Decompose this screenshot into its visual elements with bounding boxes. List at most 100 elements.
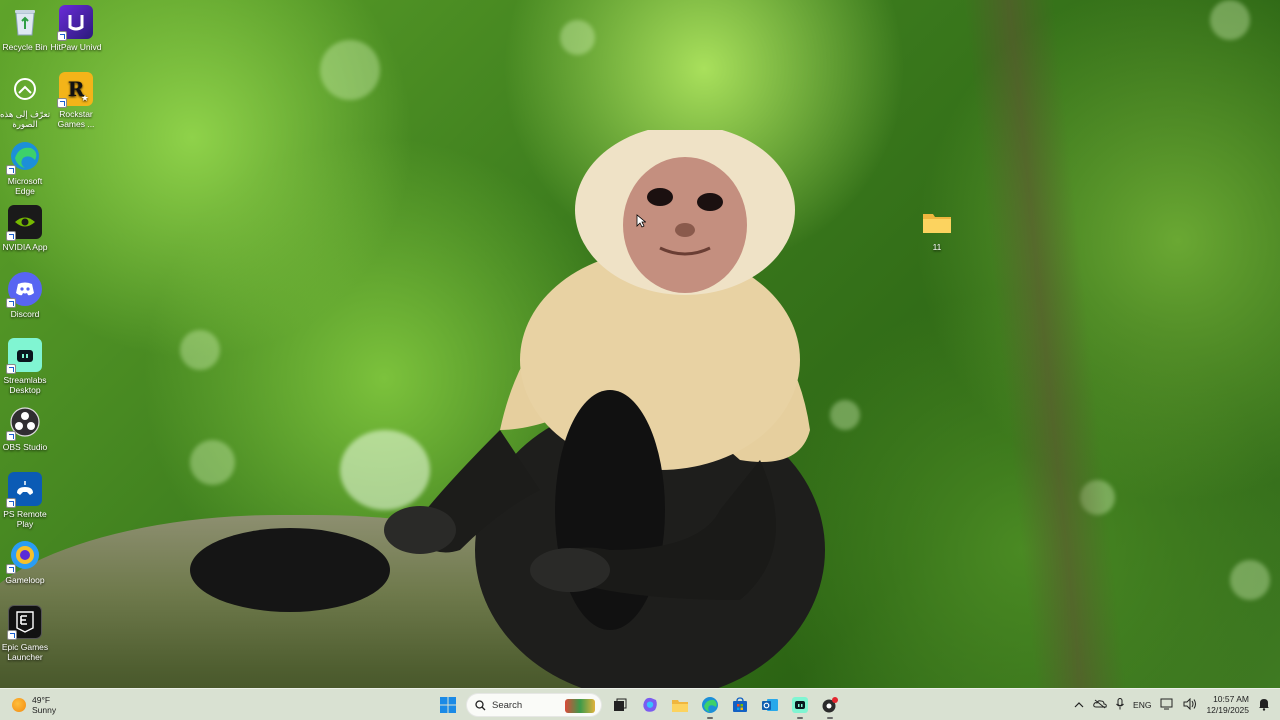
shortcut-arrow-icon bbox=[6, 431, 16, 441]
desktop-shortcut-streamlabs[interactable]: Streamlabs Desktop bbox=[0, 338, 52, 395]
desktop-shortcut-label: OBS Studio bbox=[2, 442, 48, 452]
ps-remote-play-icon bbox=[6, 472, 42, 508]
system-tray: ENG 10:57 AM 12/19/2025 bbox=[1074, 693, 1270, 717]
weather-text: 49°F Sunny bbox=[32, 695, 56, 715]
sunny-weather-icon bbox=[12, 698, 26, 712]
desktop-shortcut-gameloop[interactable]: Gameloop bbox=[0, 538, 52, 585]
volume-icon[interactable] bbox=[1183, 697, 1197, 712]
edge-icon bbox=[702, 697, 718, 713]
desktop-shortcut-label: Gameloop bbox=[5, 575, 45, 585]
folder-icon bbox=[920, 205, 954, 239]
monkey-illustration bbox=[190, 130, 825, 688]
streamlabs-icon bbox=[792, 697, 808, 713]
gameloop-icon bbox=[6, 538, 42, 574]
desktop-shortcut-discord[interactable]: Discord bbox=[0, 272, 52, 319]
copilot-button[interactable] bbox=[638, 693, 662, 717]
store-button[interactable] bbox=[728, 693, 752, 717]
recording-app-icon bbox=[822, 697, 838, 713]
clock-time: 10:57 AM bbox=[1213, 694, 1249, 704]
desktop-shortcut-hitpaw[interactable]: HitPaw Univd bbox=[49, 5, 103, 52]
store-icon bbox=[733, 697, 747, 712]
recycle-bin-icon bbox=[8, 5, 42, 39]
shortcut-arrow-icon bbox=[57, 98, 67, 108]
bokeh-light bbox=[320, 40, 380, 100]
epic-games-icon bbox=[7, 605, 42, 640]
onedrive-offline-icon[interactable] bbox=[1093, 699, 1107, 711]
nvidia-icon bbox=[6, 205, 42, 241]
desktop-shortcut-rockstar[interactable]: R ★ Rockstar Games ... bbox=[49, 72, 103, 129]
desktop-wallpaper[interactable] bbox=[0, 0, 1280, 688]
search-highlight-icon bbox=[565, 699, 595, 713]
desktop-shortcut-learn-about-picture[interactable]: تعرّف إلى هذه الصورة bbox=[0, 72, 52, 129]
bokeh-light bbox=[1230, 560, 1270, 600]
edge-taskbar-button[interactable] bbox=[698, 693, 722, 719]
desktop-folder-11[interactable]: 11 bbox=[910, 205, 964, 252]
bokeh-light bbox=[560, 20, 595, 55]
shortcut-arrow-icon bbox=[6, 298, 16, 308]
desktop-shortcut-label: Discord bbox=[10, 309, 40, 319]
search-icon bbox=[475, 699, 486, 710]
desktop-shortcut-nvidia[interactable]: NVIDIA App bbox=[0, 205, 52, 252]
desktop-shortcut-label: PS Remote Play bbox=[3, 509, 47, 529]
desktop-shortcut-label: تعرّف إلى هذه الصورة bbox=[0, 109, 51, 129]
running-indicator bbox=[797, 717, 803, 719]
copilot-icon bbox=[643, 697, 657, 712]
desktop-shortcut-label: Epic Games Launcher bbox=[1, 642, 49, 662]
task-view-icon bbox=[614, 698, 627, 711]
search-placeholder: Search bbox=[492, 699, 523, 711]
tree-trunk bbox=[963, 0, 1127, 688]
desktop-shortcut-label: HitPaw Univd bbox=[50, 42, 102, 52]
running-indicator bbox=[707, 717, 713, 719]
input-language[interactable]: ENG bbox=[1133, 700, 1151, 710]
file-explorer-button[interactable] bbox=[668, 693, 692, 717]
desktop-shortcut-label: Microsoft Edge bbox=[7, 176, 43, 196]
notification-bell-icon[interactable] bbox=[1258, 698, 1270, 713]
discord-icon bbox=[6, 272, 42, 308]
desktop-shortcut-edge[interactable]: Microsoft Edge bbox=[0, 139, 52, 196]
weather-widget[interactable]: 49°F Sunny bbox=[12, 693, 56, 717]
desktop-shortcut-recycle-bin[interactable]: Recycle Bin bbox=[0, 5, 52, 52]
running-indicator bbox=[827, 717, 833, 719]
microphone-icon[interactable] bbox=[1116, 698, 1124, 712]
clock-date: 12/19/2025 bbox=[1206, 705, 1249, 715]
streamlabs-taskbar-button[interactable] bbox=[788, 693, 812, 719]
desktop-shortcut-obs[interactable]: OBS Studio bbox=[0, 405, 52, 452]
shortcut-arrow-icon bbox=[6, 564, 16, 574]
shortcut-arrow-icon bbox=[6, 231, 16, 241]
desktop-shortcut-label: Recycle Bin bbox=[2, 42, 48, 52]
desktop-shortcut-label: Streamlabs Desktop bbox=[3, 375, 47, 395]
clock[interactable]: 10:57 AM 12/19/2025 bbox=[1206, 694, 1249, 716]
taskbar-search[interactable]: Search bbox=[466, 693, 602, 717]
learn-about-picture-icon bbox=[8, 72, 42, 106]
mouse-cursor-icon bbox=[636, 214, 646, 228]
edge-icon bbox=[6, 139, 42, 175]
shortcut-arrow-icon bbox=[6, 364, 16, 374]
obs-icon bbox=[6, 405, 42, 441]
outlook-button[interactable] bbox=[758, 693, 782, 717]
weather-condition: Sunny bbox=[32, 705, 57, 715]
start-icon bbox=[440, 697, 456, 713]
network-display-icon[interactable] bbox=[1160, 698, 1174, 712]
hitpaw-icon bbox=[57, 5, 93, 41]
weather-temperature: 49°F bbox=[32, 695, 51, 705]
shortcut-arrow-icon bbox=[6, 498, 16, 508]
desktop-shortcut-label: NVIDIA App bbox=[2, 242, 48, 252]
outlook-icon bbox=[762, 699, 778, 711]
file-explorer-icon bbox=[672, 700, 688, 712]
taskbar-apps: Search bbox=[436, 693, 842, 719]
shortcut-arrow-icon bbox=[6, 165, 16, 175]
rockstar-icon: R ★ bbox=[57, 72, 93, 108]
show-hidden-icons-chevron-icon[interactable] bbox=[1074, 700, 1084, 710]
desktop-shortcut-label: 11 bbox=[932, 242, 942, 252]
shortcut-arrow-icon bbox=[57, 31, 67, 41]
desktop-shortcut-ps-remote-play[interactable]: PS Remote Play bbox=[0, 472, 52, 529]
taskbar: 49°F Sunny Search ENG 10:57 AM 12/19/202… bbox=[0, 688, 1280, 720]
streamlabs-icon bbox=[6, 338, 42, 374]
recording-app-button[interactable] bbox=[818, 693, 842, 719]
desktop-shortcut-epic-games[interactable]: Epic Games Launcher bbox=[0, 605, 52, 662]
task-view-button[interactable] bbox=[608, 693, 632, 717]
shortcut-arrow-icon bbox=[7, 630, 17, 640]
start-button[interactable] bbox=[436, 693, 460, 717]
bokeh-light bbox=[1210, 0, 1250, 40]
desktop-shortcut-label: Rockstar Games ... bbox=[57, 109, 95, 129]
